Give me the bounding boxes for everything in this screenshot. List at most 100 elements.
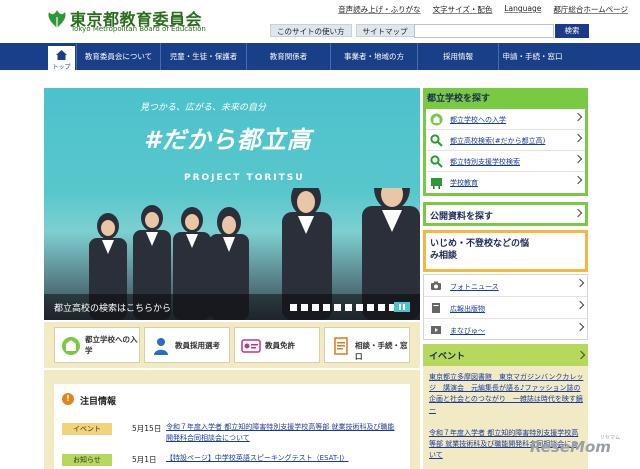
document-icon bbox=[334, 337, 348, 355]
video-icon bbox=[431, 326, 441, 334]
quick-teacher-exam-label: 教員採用選考 bbox=[175, 341, 220, 350]
ginkgo-logo-icon bbox=[48, 10, 66, 28]
resemom-watermark: ReseMom bbox=[530, 438, 611, 456]
news-date: 5月15日 bbox=[132, 424, 162, 433]
quick-teacher-exam-button[interactable]: 教員採用選考 bbox=[144, 327, 230, 363]
bullying-consult-label: いじめ・不登校などの悩み相談 bbox=[430, 239, 530, 261]
chevron-right-icon bbox=[575, 300, 585, 310]
resemom-watermark-sub: リセマム bbox=[600, 435, 621, 441]
slider-dots bbox=[290, 304, 396, 311]
site-logo[interactable]: 東京都教育委員会 Tokyo Metropolitan Board of Edu… bbox=[46, 6, 226, 36]
quick-procedures-label: 相談・手続・窓口 bbox=[355, 341, 408, 361]
quick-admission-button[interactable]: 都立学校への入学 bbox=[54, 327, 140, 363]
chevron-right-icon bbox=[573, 133, 583, 143]
slider-dot[interactable] bbox=[301, 304, 308, 311]
slider-dot[interactable] bbox=[290, 304, 297, 311]
slider-dot[interactable] bbox=[345, 304, 352, 311]
site-header: 東京都教育委員会 Tokyo Metropolitan Board of Edu… bbox=[0, 0, 640, 43]
hero-title: #だから都立高 bbox=[144, 126, 312, 154]
nav-home-label: トップ bbox=[52, 64, 71, 71]
bullying-consult-panel[interactable]: いじめ・不登校などの悩み相談 bbox=[423, 230, 588, 272]
school-search-label: 学校教育 bbox=[450, 179, 478, 187]
quick-license-button[interactable]: 教員免許 bbox=[234, 327, 320, 363]
chevron-right-icon bbox=[573, 112, 583, 122]
teacher-icon bbox=[154, 338, 168, 355]
slider-dot[interactable] bbox=[334, 304, 341, 311]
bullying-consult-box: いじめ・不登校などの悩み相談 bbox=[426, 233, 585, 269]
news-panel: ! 注目情報 イベント 5月15日 令和７年度入学者 都立知的障害特別支援学校高… bbox=[54, 384, 410, 469]
news-link[interactable]: 令和７年度入学者 都立知的障害特別支援学校高等部 就業技術科及び職能開発科合同相… bbox=[166, 422, 398, 444]
util-link-metro-home[interactable]: 都庁総合ホームページ bbox=[553, 4, 628, 15]
search-input[interactable] bbox=[414, 24, 554, 38]
nav-item-educators[interactable]: 教育関係者 bbox=[246, 43, 330, 70]
logo-english-text: Tokyo Metropolitan Board of Education bbox=[71, 25, 206, 33]
nav-item-procedures[interactable]: 申請・手続・窓口 bbox=[498, 43, 566, 70]
slider-dot[interactable] bbox=[367, 304, 374, 311]
news-title: 注目情報 bbox=[80, 397, 117, 407]
link-manabyu[interactable]: まなびゅ～ bbox=[424, 319, 587, 341]
link-photo-news[interactable]: フォトニュース bbox=[424, 275, 587, 297]
chevron-right-icon bbox=[575, 322, 585, 332]
nav-item-students[interactable]: 児童・生徒・保護者 bbox=[160, 43, 246, 70]
news-section: ! 注目情報 イベント 5月15日 令和７年度入学者 都立知的障害特別支援学校高… bbox=[44, 370, 420, 469]
link-label: 広報出版物 bbox=[450, 305, 485, 313]
school-search-title: 都立学校を探す bbox=[427, 94, 491, 104]
slider-dot[interactable] bbox=[378, 304, 385, 311]
school-search-item-highschool[interactable]: 都立高校検索(#だから都立高) bbox=[426, 130, 585, 151]
school-search-item-special[interactable]: 都立特別支援学校検索 bbox=[426, 151, 585, 172]
license-icon bbox=[241, 339, 261, 353]
school-search-label: 都立特別支援学校検索 bbox=[450, 158, 520, 166]
public-docs-panel[interactable]: 公開資料を探す bbox=[423, 202, 588, 226]
link-label: まなびゅ～ bbox=[450, 327, 485, 335]
school-search-panel: 都立学校を探す 都立学校への入学 都立高校検索(#だから都立高) 都立特別支援学… bbox=[423, 88, 588, 196]
search-icon bbox=[430, 155, 443, 168]
camera-icon bbox=[431, 281, 441, 290]
quick-links: 都立学校への入学 教員採用選考 教員免許 相談・手続・窓口 bbox=[44, 322, 420, 368]
slider-dot[interactable] bbox=[312, 304, 319, 311]
school-search-item-education[interactable]: 学校教育 bbox=[426, 172, 585, 193]
school-search-list: 都立学校への入学 都立高校検索(#だから都立高) 都立特別支援学校検索 学校教育 bbox=[426, 109, 585, 193]
link-publications[interactable]: 広報出版物 bbox=[424, 297, 587, 319]
public-docs-label: 公開資料を探す bbox=[430, 212, 494, 222]
school-search-label: 都立学校への入学 bbox=[450, 116, 506, 124]
news-date: 5月1日 bbox=[132, 455, 157, 464]
nav-item-recruitment[interactable]: 採用情報 bbox=[417, 43, 498, 70]
news-item: イベント 5月15日 令和７年度入学者 都立知的障害特別支援学校高等部 就業技術… bbox=[62, 421, 402, 451]
slider-dot[interactable] bbox=[356, 304, 363, 311]
school-search-item-admission[interactable]: 都立学校への入学 bbox=[426, 109, 585, 130]
search-button[interactable]: 検索 bbox=[555, 24, 589, 38]
chevron-right-icon bbox=[576, 350, 586, 360]
slider-dot[interactable] bbox=[323, 304, 330, 311]
news-tag: イベント bbox=[62, 423, 112, 435]
how-to-use-button[interactable]: このサイトの使い方 bbox=[270, 24, 352, 37]
news-link[interactable]: 【特設ページ】中学校英語スピーキングテスト（ESAT-J） bbox=[166, 453, 398, 464]
util-link-language[interactable]: Language bbox=[504, 4, 541, 15]
quick-admission-label: 都立学校への入学 bbox=[85, 335, 138, 355]
event-link[interactable]: 東京都立多摩図書館 東京マガジンバンクカレッジ 講演会 元編集長が語る♪ファッシ… bbox=[429, 372, 584, 416]
search-icon bbox=[430, 134, 443, 147]
global-navigation: トップ 教育委員会について 児童・生徒・保護者 教育関係者 事業者・地域の方 採… bbox=[0, 43, 640, 71]
nav-item-board[interactable]: 教育委員会について bbox=[76, 43, 160, 70]
sitemap-button[interactable]: サイトマップ bbox=[355, 24, 415, 37]
pause-icon[interactable] bbox=[394, 302, 410, 312]
news-tag: お知らせ bbox=[62, 454, 112, 466]
event-title: イベント bbox=[429, 352, 466, 362]
chevron-right-icon bbox=[573, 154, 583, 164]
hero-subtitle: 見つかる、広がる、未来の自分 bbox=[140, 103, 267, 113]
quick-procedures-button[interactable]: 相談・手続・窓口 bbox=[324, 327, 410, 363]
util-link-font-size[interactable]: 文字サイズ・配色 bbox=[433, 4, 493, 15]
chevron-right-icon bbox=[573, 208, 583, 218]
event-header[interactable]: イベント bbox=[423, 344, 588, 366]
util-link-speech[interactable]: 音声読み上げ・ふりがな bbox=[338, 4, 421, 15]
nav-home[interactable]: トップ bbox=[48, 43, 75, 71]
news-item: お知らせ 5月1日 【特設ページ】中学校英語スピーキングテスト（ESAT-J） bbox=[62, 452, 402, 469]
nav-item-businesses[interactable]: 事業者・地域の方 bbox=[330, 43, 417, 70]
hero-project-label: PROJECT TORITSU bbox=[184, 173, 305, 183]
hero-caption-text: 都立高校の検索はこちらから bbox=[54, 304, 172, 314]
chevron-right-icon bbox=[573, 175, 583, 185]
school-search-label: 都立高校検索(#だから都立高) bbox=[450, 137, 546, 145]
quick-license-label: 教員免許 bbox=[265, 341, 295, 350]
hero-slider[interactable]: 見つかる、広がる、未来の自分 #だから都立高 PROJECT TORITSU 都… bbox=[44, 88, 420, 320]
sub-navigation: このサイトの使い方 サイトマップ bbox=[270, 24, 415, 37]
media-links-panel: フォトニュース 広報出版物 まなびゅ～ bbox=[423, 274, 588, 340]
